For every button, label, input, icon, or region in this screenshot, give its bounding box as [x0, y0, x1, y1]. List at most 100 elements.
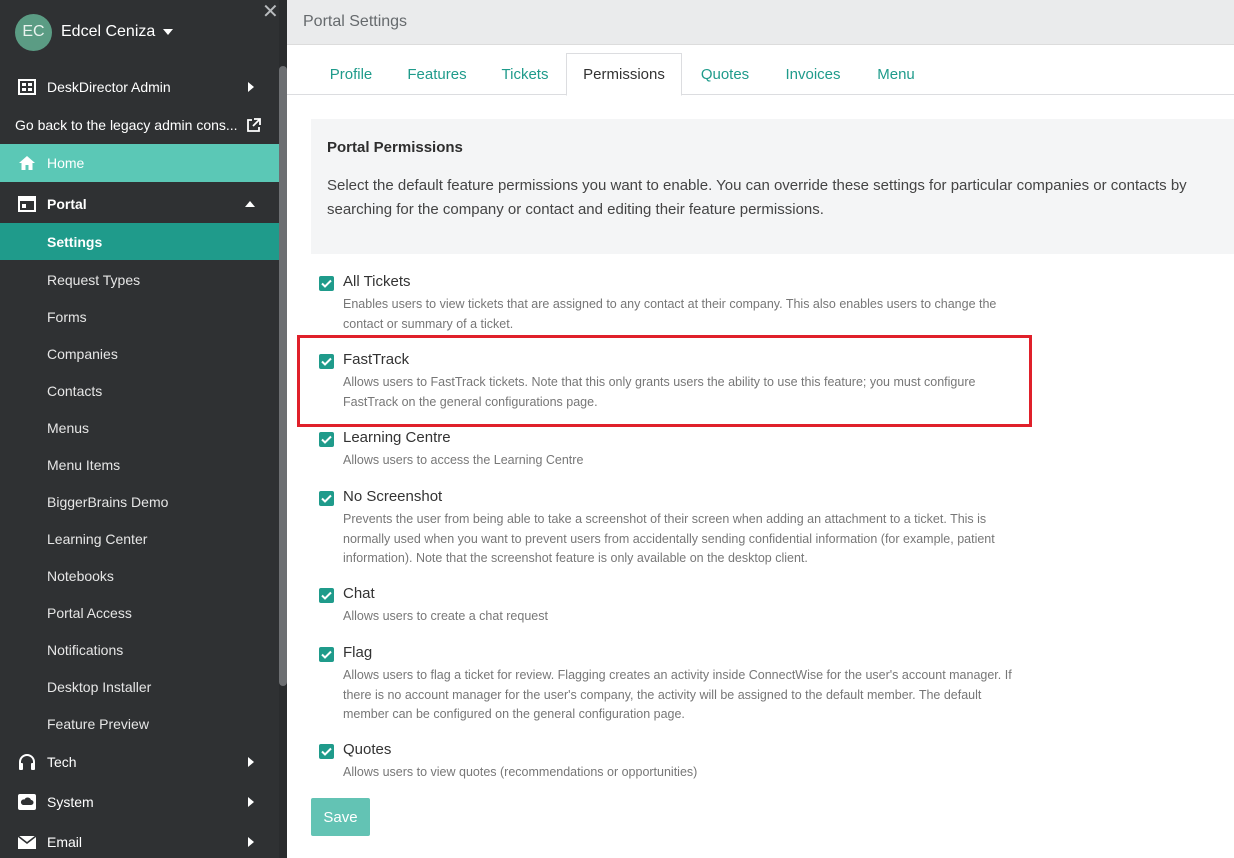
sidebar-item-companies[interactable]: Companies — [0, 335, 279, 372]
sidebar-item-label: Companies — [47, 345, 118, 362]
cloud-icon — [17, 792, 37, 812]
dashboard-icon — [17, 77, 37, 97]
sidebar-item-label: Tech — [47, 754, 77, 770]
sidebar-item-menus[interactable]: Menus — [0, 409, 279, 446]
permission-name: Chat — [343, 585, 375, 602]
chevron-down-icon — [163, 29, 174, 35]
sidebar-item-settings[interactable]: Settings — [0, 223, 279, 260]
sidebar-item-label: Notifications — [47, 641, 124, 658]
checkmark-icon — [321, 591, 332, 600]
quotes-checkbox[interactable] — [319, 744, 334, 759]
sidebar-item-tech[interactable]: Tech — [0, 744, 279, 780]
headset-icon — [17, 752, 37, 772]
tab-menu[interactable]: Menu — [867, 53, 925, 95]
sidebar-item-menu-items[interactable]: Menu Items — [0, 446, 279, 483]
checkmark-icon — [321, 279, 332, 288]
permission-name: Learning Centre — [343, 429, 451, 446]
settings-tabs: Profile Features Tickets Permissions Quo… — [287, 53, 1234, 96]
permission-description: Allows users to view quotes (recommendat… — [343, 765, 698, 779]
flag-checkbox[interactable] — [319, 647, 334, 662]
tab-invoices[interactable]: Invoices — [773, 53, 853, 95]
sidebar-item-label: Portal Access — [47, 604, 132, 621]
user-menu[interactable]: EC Edcel Ceniza — [15, 13, 174, 51]
permission-name: Flag — [343, 644, 373, 661]
sidebar-item-portal-access[interactable]: Portal Access — [0, 594, 279, 631]
tab-tickets[interactable]: Tickets — [489, 53, 561, 95]
home-icon — [17, 153, 37, 173]
sidebar-item-label: Menus — [47, 419, 90, 436]
learning-centre-checkbox[interactable] — [319, 432, 334, 447]
sidebar-item-label: Desktop Installer — [47, 678, 152, 695]
sidebar-item-label: Notebooks — [47, 567, 114, 584]
checkmark-icon — [321, 435, 332, 444]
sidebar-item-label: BiggerBrains Demo — [47, 493, 169, 510]
chat-checkbox[interactable] — [319, 588, 334, 603]
tab-profile[interactable]: Profile — [313, 53, 389, 95]
sidebar-item-home[interactable]: Home — [0, 144, 279, 182]
app-window: ✕ EC Edcel Ceniza DeskDirector Admin Go … — [0, 0, 1234, 858]
main-content: Portal Settings Profile Features Tickets… — [287, 0, 1234, 858]
permission-name: All Tickets — [343, 273, 411, 290]
sidebar-item-forms[interactable]: Forms — [0, 298, 279, 335]
sidebar-item-label: Home — [47, 155, 85, 171]
save-button[interactable]: Save — [311, 798, 370, 836]
page-header: Portal Settings — [287, 0, 1234, 45]
sidebar-item-label: Feature Preview — [47, 715, 149, 732]
checkmark-icon — [321, 650, 332, 659]
envelope-icon — [17, 832, 37, 852]
tab-features[interactable]: Features — [397, 53, 477, 95]
tab-permissions[interactable]: Permissions — [566, 53, 682, 96]
sidebar-item-system[interactable]: System — [0, 784, 279, 820]
chevron-right-icon — [248, 757, 254, 767]
sidebar-scrollbar[interactable] — [279, 66, 287, 686]
checkmark-icon — [321, 494, 332, 503]
chevron-right-icon — [248, 837, 254, 847]
sidebar-item-desktop-installer[interactable]: Desktop Installer — [0, 668, 279, 705]
panel-description: Select the default feature permissions y… — [327, 177, 1187, 218]
window-icon — [17, 194, 37, 214]
tab-quotes[interactable]: Quotes — [690, 53, 760, 95]
sidebar-item-label: Go back to the legacy admin cons... — [15, 117, 238, 133]
sidebar-item-label: Request Types — [47, 271, 141, 288]
close-icon[interactable]: ✕ — [262, 2, 279, 22]
external-link-icon — [246, 117, 261, 133]
sidebar: ✕ EC Edcel Ceniza DeskDirector Admin Go … — [0, 0, 287, 858]
sidebar-item-email[interactable]: Email — [0, 824, 279, 858]
portal-permissions-panel: Portal Permissions Select the default fe… — [311, 119, 1234, 254]
sidebar-item-contacts[interactable]: Contacts — [0, 372, 279, 409]
permission-description: Prevents the user from being able to tak… — [343, 512, 995, 565]
chevron-right-icon — [248, 82, 254, 92]
sidebar-item-portal[interactable]: Portal — [0, 186, 279, 222]
permission-description: Enables users to view tickets that are a… — [343, 297, 997, 331]
avatar: EC — [15, 13, 52, 51]
chevron-up-icon — [245, 201, 255, 207]
all-tickets-checkbox[interactable] — [319, 276, 334, 291]
checkmark-icon — [321, 747, 332, 756]
permission-description: Allows users to create a chat request — [343, 609, 548, 623]
sidebar-item-label: Email — [47, 834, 83, 850]
no-screenshot-checkbox[interactable] — [319, 491, 334, 506]
sidebar-item-label: System — [47, 794, 94, 810]
sidebar-item-label: Learning Center — [47, 530, 148, 547]
sidebar-item-biggerbrains-demo[interactable]: BiggerBrains Demo — [0, 483, 279, 520]
sidebar-item-deskdirector-admin[interactable]: DeskDirector Admin — [0, 72, 279, 102]
permission-description: Allows users to flag a ticket for review… — [343, 668, 1012, 721]
user-name: Edcel Ceniza — [61, 23, 156, 40]
permission-name: Quotes — [343, 741, 392, 758]
sidebar-item-notifications[interactable]: Notifications — [0, 631, 279, 668]
sidebar-item-label: Settings — [47, 233, 103, 250]
sidebar-item-label: Portal — [47, 196, 87, 212]
permission-description: Allows users to access the Learning Cent… — [343, 453, 584, 467]
page-title: Portal Settings — [303, 13, 408, 30]
permission-name: No Screenshot — [343, 488, 443, 505]
sidebar-item-notebooks[interactable]: Notebooks — [0, 557, 279, 594]
sidebar-item-label: Forms — [47, 308, 87, 325]
legacy-admin-link[interactable]: Go back to the legacy admin cons... — [0, 110, 279, 140]
sidebar-item-learning-center[interactable]: Learning Center — [0, 520, 279, 557]
sidebar-item-label: Contacts — [47, 382, 103, 399]
fasttrack-highlight-box — [297, 335, 1032, 427]
panel-title: Portal Permissions — [327, 139, 463, 156]
sidebar-item-label: Menu Items — [47, 456, 121, 473]
sidebar-item-feature-preview[interactable]: Feature Preview — [0, 705, 279, 742]
sidebar-item-request-types[interactable]: Request Types — [0, 261, 279, 298]
